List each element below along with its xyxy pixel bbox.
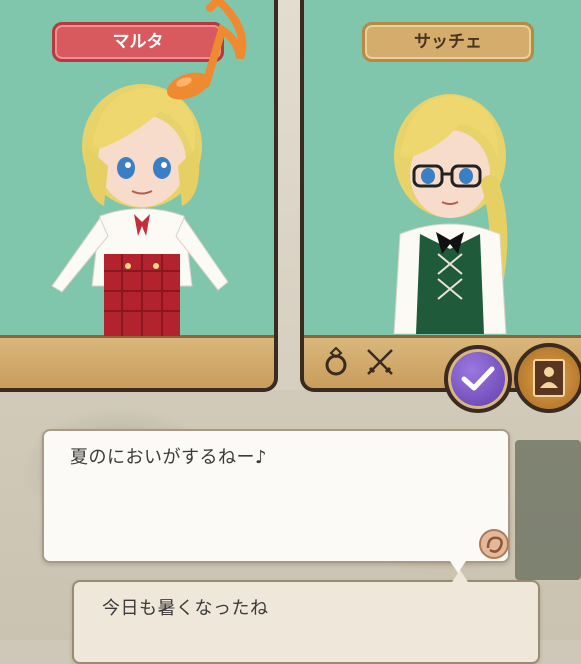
dialogue-line-1: 夏のにおいがするねー♪ (70, 447, 267, 468)
speech-bubble-sacche[interactable]: 今日も暑くなったね (72, 570, 540, 664)
speech-bubble-tail (452, 570, 468, 582)
profile-card-button[interactable] (514, 343, 581, 413)
next-arrow-icon[interactable] (476, 526, 512, 562)
profile-card-icon (533, 359, 565, 397)
confirm-button[interactable] (444, 345, 512, 413)
left-panel-floor (0, 335, 274, 388)
background-shelf (515, 440, 581, 580)
ring-icon (325, 347, 347, 376)
right-character-name: サッチェ (362, 22, 534, 62)
marta-character-portrait (51, 84, 229, 336)
equipment-icons (322, 346, 396, 378)
crossed-swords-icon (367, 349, 393, 375)
dialogue-line-2: 今日も暑くなったね (102, 598, 269, 619)
sacche-character-portrait (393, 94, 508, 334)
speech-bubble-marta[interactable]: 夏のにおいがするねー♪ (42, 429, 510, 573)
checkmark-icon (461, 366, 495, 391)
right-character-panel: サッチェ (300, 0, 581, 392)
music-note-icon (166, 0, 247, 100)
